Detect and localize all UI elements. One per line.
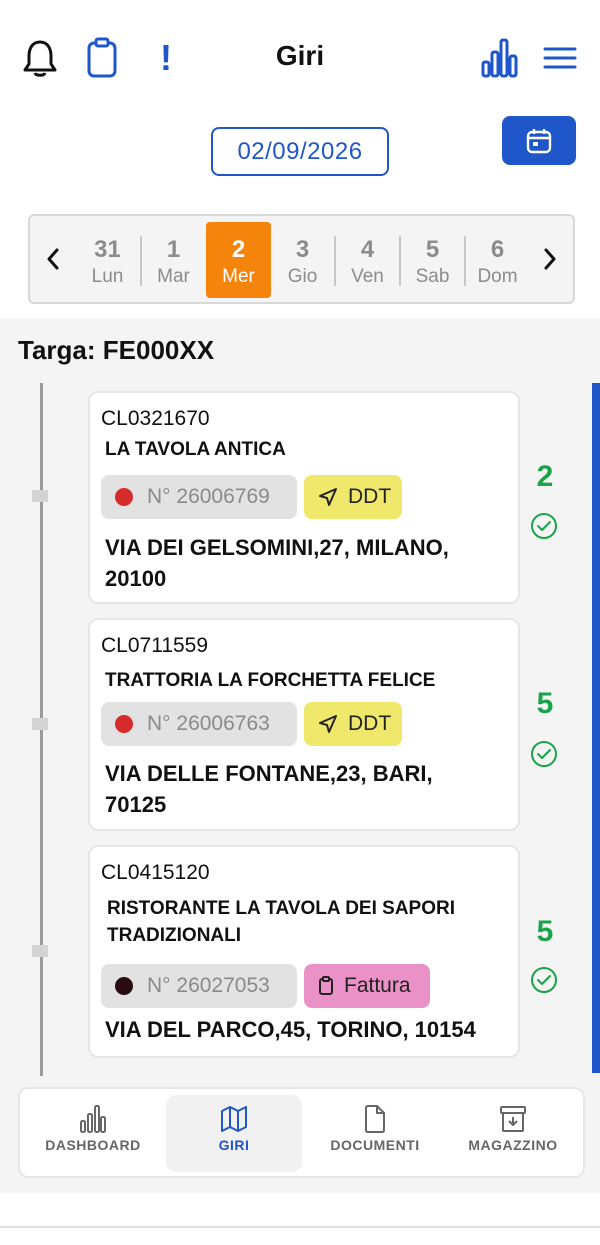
- day-number: 31: [94, 236, 121, 263]
- day-31[interactable]: 31 Lun: [75, 222, 140, 298]
- check-circle-icon: [531, 513, 557, 539]
- chevron-left-icon: [47, 248, 59, 270]
- hamburger-menu-icon: [543, 47, 577, 69]
- day-5[interactable]: 5 Sab: [400, 222, 465, 298]
- send-icon: [319, 715, 337, 733]
- document-type-chip[interactable]: Fattura: [304, 964, 430, 1008]
- document-number: N° 26006763: [147, 712, 270, 735]
- day-number: 4: [360, 236, 375, 263]
- statistics-button[interactable]: [480, 36, 520, 80]
- client-address: VIA DELLE FONTANE,23, BARI, 70125: [105, 761, 433, 817]
- calendar-button[interactable]: [502, 116, 576, 165]
- document-number-chip[interactable]: N° 26006763: [101, 702, 297, 746]
- client-code: CL0321670: [101, 407, 210, 430]
- check-circle-icon: [531, 967, 557, 993]
- day-2-selected[interactable]: 2 Mer: [206, 222, 271, 298]
- day-name: Lun: [91, 266, 124, 287]
- nav-label: MAGAZZINO: [468, 1137, 558, 1153]
- document-type: Fattura: [344, 974, 411, 997]
- menu-button[interactable]: [540, 36, 580, 80]
- day-number: 2: [231, 236, 246, 263]
- nav-label: DOCUMENTI: [330, 1137, 420, 1153]
- vehicle-plate: Targa: FE000XX: [18, 335, 215, 365]
- day-name: Mer: [222, 266, 255, 287]
- day-3[interactable]: 3 Gio: [270, 222, 335, 298]
- bottom-navigation: DASHBOARD GIRI DOCUMENTI MAGAZZINO: [18, 1087, 585, 1178]
- document-type: DDT: [348, 712, 392, 735]
- document-type-chip[interactable]: DDT: [304, 702, 402, 746]
- items-count: 2: [536, 460, 554, 493]
- clipboard-icon: [319, 976, 333, 995]
- send-icon: [319, 488, 337, 506]
- document-icon: [365, 1105, 385, 1133]
- timeline-node: [32, 490, 48, 502]
- bar-chart-icon: [80, 1105, 106, 1133]
- check-circle-icon: [531, 741, 557, 767]
- status-dot: [115, 488, 133, 506]
- client-name: LA TAVOLA ANTICA: [105, 439, 286, 460]
- previous-week-button[interactable]: [38, 244, 68, 274]
- day-name: Sab: [415, 266, 450, 287]
- bar-chart-icon: [481, 38, 518, 78]
- stop-card[interactable]: CL0415120 RISTORANTE LA TAVOLA DEI SAPOR…: [88, 845, 520, 1058]
- archive-icon: [500, 1106, 526, 1132]
- status-dot: [115, 715, 133, 733]
- day-1[interactable]: 1 Mar: [141, 222, 206, 298]
- nav-label: GIRI: [218, 1137, 250, 1153]
- route-content: Targa: FE000XX CL0321670 LA TAVOLA ANTIC…: [0, 318, 600, 1193]
- day-name: Ven: [351, 266, 384, 287]
- app-header: ! Giri: [0, 0, 600, 110]
- scrollbar[interactable]: [592, 383, 600, 1073]
- client-name: RISTORANTE LA TAVOLA DEI SAPORI TRADIZIO…: [107, 898, 455, 946]
- items-count: 5: [536, 687, 554, 720]
- week-strip: 31 Lun 1 Mar 2 Mer 3 Gio 4 Ven 5 Sab 6 D…: [28, 214, 575, 304]
- stop-card[interactable]: CL0321670 LA TAVOLA ANTICA N° 26006769 D…: [88, 391, 520, 604]
- next-week-button[interactable]: [535, 244, 565, 274]
- day-name: Gio: [287, 266, 318, 287]
- nav-documenti[interactable]: DOCUMENTI: [310, 1095, 440, 1172]
- status-dot: [115, 977, 133, 995]
- calendar-icon: [526, 128, 552, 153]
- client-code: CL0711559: [101, 634, 209, 657]
- items-count: 5: [536, 915, 554, 948]
- document-number-chip[interactable]: N° 26006769: [101, 475, 297, 519]
- day-number: 5: [425, 236, 440, 263]
- document-number: N° 26027053: [147, 974, 270, 997]
- nav-magazzino[interactable]: MAGAZZINO: [448, 1095, 578, 1172]
- timeline-node: [32, 945, 48, 957]
- day-4[interactable]: 4 Ven: [335, 222, 400, 298]
- document-type: DDT: [348, 485, 392, 508]
- nav-giri[interactable]: GIRI: [166, 1095, 302, 1172]
- document-number-chip[interactable]: N° 26027053: [101, 964, 297, 1008]
- day-name: Dom: [477, 266, 518, 287]
- timeline-node: [32, 718, 48, 730]
- stop-card[interactable]: CL0711559 TRATTORIA LA FORCHETTA FELICE …: [88, 618, 520, 831]
- client-address: VIA DEL PARCO,45, TORINO, 10154: [105, 1017, 476, 1042]
- document-type-chip[interactable]: DDT: [304, 475, 402, 519]
- client-address: VIA DEI GELSOMINI,27, MILANO, 20100: [105, 535, 449, 591]
- map-icon: [221, 1106, 247, 1132]
- bottom-divider: [0, 1226, 600, 1228]
- day-6[interactable]: 6 Dom: [465, 222, 530, 298]
- client-name: TRATTORIA LA FORCHETTA FELICE: [105, 670, 436, 691]
- day-number: 1: [166, 236, 181, 263]
- document-number: N° 26006769: [147, 485, 270, 508]
- date-selector[interactable]: 02/09/2026: [211, 127, 389, 176]
- chevron-right-icon: [544, 248, 556, 270]
- day-name: Mar: [157, 266, 190, 287]
- nav-label: DASHBOARD: [45, 1137, 141, 1153]
- nav-dashboard[interactable]: DASHBOARD: [28, 1095, 158, 1172]
- client-code: CL0415120: [101, 861, 210, 884]
- day-number: 6: [490, 236, 505, 263]
- day-number: 3: [295, 236, 310, 263]
